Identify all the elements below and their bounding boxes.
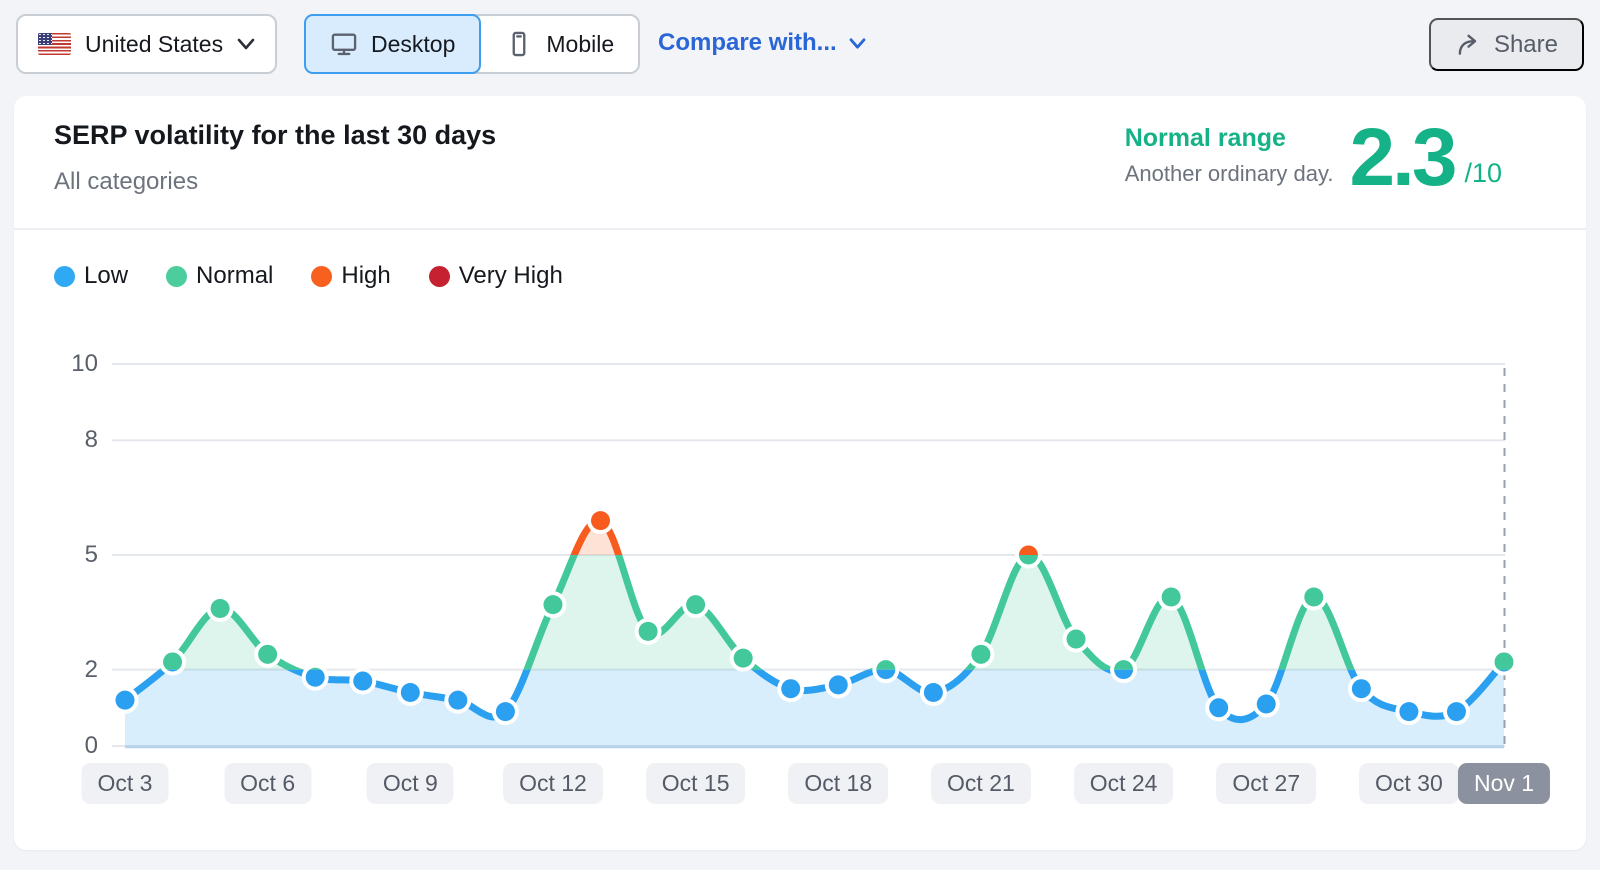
legend-label: High: [341, 262, 390, 290]
us-flag-icon: [38, 33, 71, 55]
chevron-down-icon: [237, 37, 255, 51]
data-point[interactable]: [639, 622, 658, 641]
legend-label: Low: [84, 262, 128, 290]
high-dot-icon: [311, 266, 332, 287]
legend-label: Normal: [196, 262, 273, 290]
x-axis-label: Oct 30: [1359, 763, 1459, 804]
data-point[interactable]: [448, 691, 467, 710]
share-arrow-icon: [1455, 32, 1481, 58]
data-point[interactable]: [1447, 702, 1466, 721]
very-high-dot-icon: [429, 266, 450, 287]
desktop-icon: [330, 30, 358, 58]
header-divider: [14, 228, 1586, 230]
data-point[interactable]: [924, 683, 943, 702]
x-axis-label: Oct 27: [1216, 763, 1316, 804]
data-point[interactable]: [1162, 588, 1181, 607]
data-point[interactable]: [401, 683, 420, 702]
data-point[interactable]: [971, 645, 990, 664]
low-dot-icon: [54, 266, 75, 287]
mobile-icon: [505, 30, 533, 58]
data-point[interactable]: [258, 645, 277, 664]
data-point[interactable]: [1495, 652, 1514, 671]
volatility-score: 2.3: [1349, 125, 1454, 191]
mobile-button[interactable]: Mobile: [479, 14, 640, 74]
data-point[interactable]: [686, 595, 705, 614]
data-point[interactable]: [1209, 698, 1228, 717]
country-label: United States: [85, 31, 223, 58]
data-point[interactable]: [1067, 630, 1086, 649]
y-axis-tick: 5: [14, 541, 98, 569]
compare-with-label: Compare with...: [658, 29, 837, 57]
data-point[interactable]: [496, 702, 515, 721]
y-axis-tick: 0: [14, 732, 98, 760]
data-point[interactable]: [116, 691, 135, 710]
status-range-label: Normal range: [1125, 124, 1334, 153]
y-axis-tick: 10: [14, 350, 98, 378]
x-axis-label: Oct 12: [503, 763, 603, 804]
data-point[interactable]: [543, 595, 562, 614]
page-title: SERP volatility for the last 30 days: [54, 120, 496, 151]
data-point[interactable]: [591, 511, 610, 530]
y-axis-tick: 8: [14, 426, 98, 454]
x-axis-label: Oct 9: [367, 763, 454, 804]
x-axis-label: Oct 24: [1074, 763, 1174, 804]
category-subtitle: All categories: [54, 168, 198, 196]
data-point[interactable]: [734, 649, 753, 668]
desktop-button[interactable]: Desktop: [304, 14, 481, 74]
x-axis-label: Oct 3: [82, 763, 169, 804]
data-point[interactable]: [211, 599, 230, 618]
legend-item-very-high: Very High: [429, 262, 563, 290]
data-point[interactable]: [1257, 694, 1276, 713]
data-point[interactable]: [163, 652, 182, 671]
status-description: Another ordinary day.: [1125, 161, 1334, 187]
serp-volatility-card: SERP volatility for the last 30 days All…: [14, 96, 1586, 850]
country-selector[interactable]: United States: [16, 14, 277, 74]
share-label: Share: [1494, 31, 1558, 59]
data-point[interactable]: [353, 672, 372, 691]
data-point[interactable]: [1399, 702, 1418, 721]
volatility-status: Normal range Another ordinary day. 2.3 /…: [1125, 124, 1502, 191]
desktop-label: Desktop: [371, 31, 455, 58]
volatility-score-suffix: /10: [1464, 158, 1502, 189]
legend-item-low: Low: [54, 262, 128, 290]
y-axis-tick: 2: [14, 656, 98, 684]
legend-label: Very High: [459, 262, 563, 290]
chart-legend: Low Normal High Very High: [54, 262, 563, 290]
compare-with-link[interactable]: Compare with...: [658, 29, 866, 57]
x-axis-label: Oct 18: [788, 763, 888, 804]
data-point[interactable]: [1304, 588, 1323, 607]
data-point[interactable]: [829, 675, 848, 694]
legend-item-high: High: [311, 262, 390, 290]
normal-dot-icon: [166, 266, 187, 287]
data-point[interactable]: [781, 679, 800, 698]
chevron-down-icon: [849, 37, 866, 50]
share-button[interactable]: Share: [1429, 18, 1584, 71]
x-axis-label: Oct 6: [224, 763, 311, 804]
data-point[interactable]: [1352, 679, 1371, 698]
x-axis-label: Oct 15: [646, 763, 746, 804]
volatility-line-chart: [40, 330, 1560, 780]
x-axis-label: Nov 1: [1458, 763, 1550, 804]
device-toggle: Desktop Mobile: [304, 14, 640, 74]
x-axis-label: Oct 21: [931, 763, 1031, 804]
legend-item-normal: Normal: [166, 262, 273, 290]
data-point[interactable]: [306, 668, 325, 687]
mobile-label: Mobile: [546, 31, 614, 58]
